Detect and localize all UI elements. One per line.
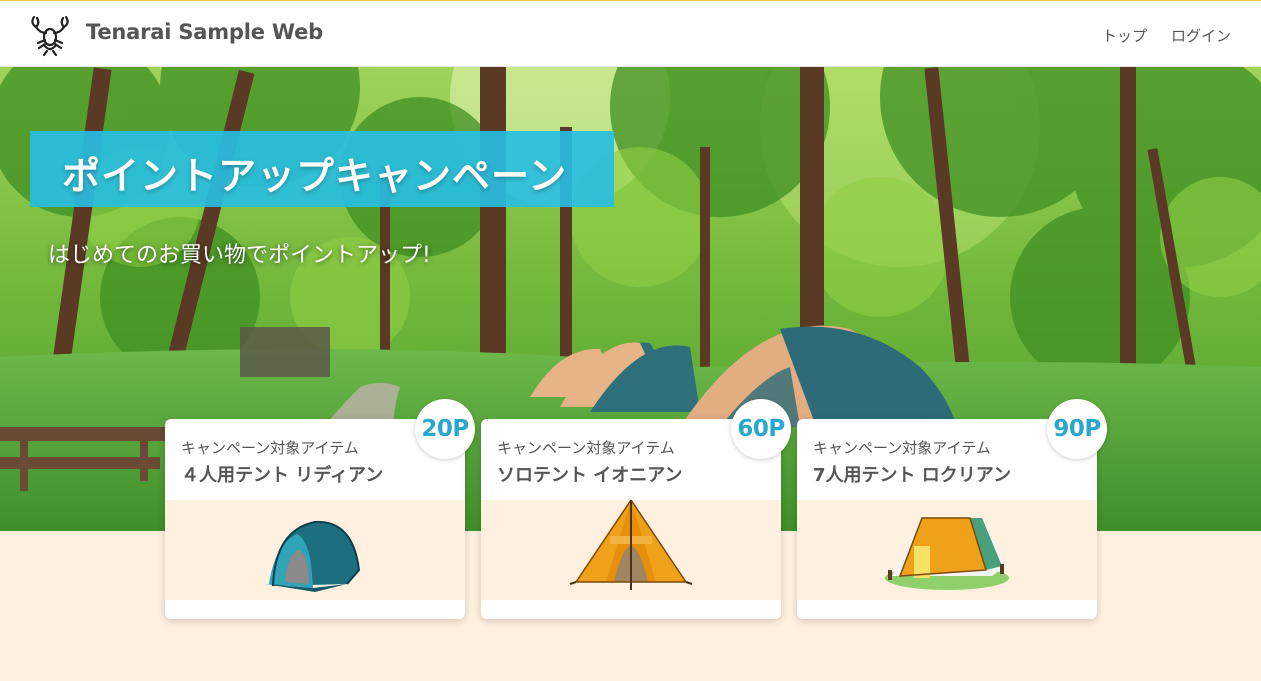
campaign-title-banner: ポイントアップキャンペーン bbox=[30, 131, 614, 207]
nav-link-top[interactable]: トップ bbox=[1102, 25, 1147, 46]
points-badge: 90P bbox=[1047, 399, 1107, 459]
campaign-title: ポイントアップキャンペーン bbox=[62, 154, 568, 198]
card-label: キャンペーン対象アイテム bbox=[497, 439, 675, 457]
card-product-name: ４人用テント リディアン bbox=[181, 465, 384, 486]
family-tent-icon bbox=[885, 517, 1009, 590]
teepee-tent-icon bbox=[569, 500, 693, 590]
site-header: Tenarai Sample Web トップ ログイン bbox=[0, 0, 1261, 67]
points-badge: 20P bbox=[415, 399, 475, 459]
site-title-link[interactable]: Tenarai Sample Web bbox=[86, 20, 323, 44]
card-image bbox=[797, 500, 1097, 600]
card-product-name: 7人用テント ロクリアン bbox=[813, 465, 1012, 486]
campaign-item-card[interactable]: キャンペーン対象アイテム ソロテント イオニアン 60P bbox=[481, 399, 791, 619]
card-label: キャンペーン対象アイテム bbox=[813, 439, 991, 457]
dome-tent-icon bbox=[265, 520, 361, 592]
card-image bbox=[481, 500, 781, 600]
campaign-item-card[interactable]: キャンペーン対象アイテム 7人用テント ロクリアン 90P bbox=[797, 399, 1107, 619]
lobster-icon[interactable] bbox=[28, 13, 72, 57]
campaign-subtitle: はじめてのお買い物でポイントアップ! bbox=[48, 243, 431, 268]
points-badge: 60P bbox=[731, 399, 791, 459]
card-label: キャンペーン対象アイテム bbox=[181, 439, 359, 457]
card-image bbox=[165, 500, 465, 600]
main-nav: トップ ログイン bbox=[1102, 25, 1231, 46]
campaign-item-card[interactable]: キャンペーン対象アイテム ４人用テント リディアン 20P bbox=[165, 399, 475, 619]
card-product-name: ソロテント イオニアン bbox=[497, 465, 683, 486]
nav-link-login[interactable]: ログイン bbox=[1171, 25, 1231, 46]
